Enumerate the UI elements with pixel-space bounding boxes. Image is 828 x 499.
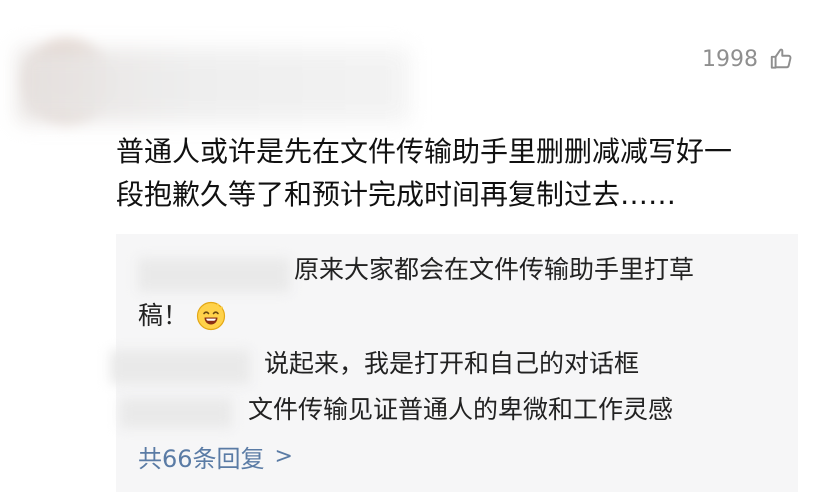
comment-header: 1998 <box>0 0 828 130</box>
username-blurred[interactable] <box>18 48 410 122</box>
reply-text: 说起来，我是打开和自己的对话框 <box>264 349 640 378</box>
reply-username-blurred[interactable] <box>110 350 250 384</box>
reply-username-blurred[interactable] <box>120 398 232 428</box>
comment-body: 普通人或许是先在文件传输助手里删删减减写好一 段抱歉久等了和预计完成时间再复制过… <box>116 130 806 216</box>
reply-username-blurred[interactable] <box>138 258 290 292</box>
reply-text-continued: 稿！ <box>138 298 226 334</box>
reply-text: 原来大家都会在文件传输助手里打草 <box>294 255 695 284</box>
reply-panel[interactable]: 原来大家都会在文件传输助手里打草 稿！ 说起来，我是打开和自己的对话框 文件传输… <box>110 234 798 492</box>
more-replies-label: 共66条回复 <box>138 445 265 473</box>
reply-text: 文件传输见证普通人的卑微和工作灵感 <box>248 395 674 424</box>
reply-item[interactable]: 原来大家都会在文件传输助手里打草 稿！ <box>116 252 776 342</box>
thumb-up-icon <box>768 46 794 72</box>
grin-emoji-icon <box>196 301 226 331</box>
view-more-replies-link[interactable]: 共66条回复 > <box>138 439 293 474</box>
like-count: 1998 <box>702 46 758 72</box>
like-button[interactable]: 1998 <box>702 42 794 76</box>
comment-line-1: 普通人或许是先在文件传输助手里删删减减写好一 <box>116 135 733 168</box>
comment-line-2: 段抱歉久等了和预计完成时间再复制过去…… <box>116 178 677 211</box>
reply-text-line-2: 稿！ <box>138 301 189 330</box>
chevron-right-icon: > <box>274 443 293 469</box>
reply-item[interactable]: 文件传输见证普通人的卑微和工作灵感 <box>116 392 776 436</box>
reply-item[interactable]: 说起来，我是打开和自己的对话框 <box>110 346 776 390</box>
